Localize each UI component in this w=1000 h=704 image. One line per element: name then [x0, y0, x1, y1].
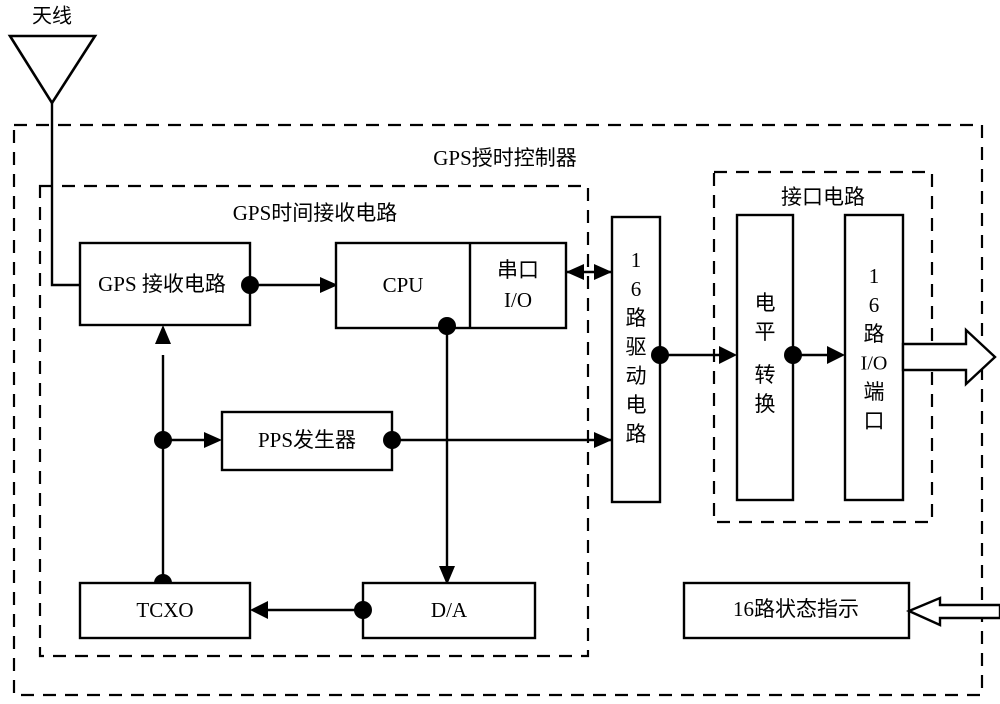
levelconv-char-3: 转: [755, 363, 776, 387]
block-label-da-converter: D/A: [431, 598, 468, 622]
ioport-char-3: 路: [864, 322, 885, 346]
ioport-char-6: 口: [864, 409, 885, 433]
arrowhead-to-pps: [204, 432, 222, 448]
ioport-char-2: 6: [869, 293, 880, 317]
arrowhead-to-ioport: [827, 346, 845, 364]
block-label-serial-io-line2: I/O: [504, 288, 532, 312]
levelconv-char-2: 平: [755, 320, 776, 344]
status-input-block-arrow-icon: [905, 596, 1000, 627]
group-label-gps-time-receiver-circuit: GPS时间接收电路: [233, 201, 398, 225]
driver16-char-2: 6: [631, 277, 642, 301]
block-cpu-serial-container: [334, 241, 568, 330]
arrowhead-to-gps-rx: [155, 325, 171, 344]
block-diagram-canvas: GPS授时控制器 GPS时间接收电路 接口电路 天线 GPS 接收电路 CPU …: [0, 0, 1000, 704]
arrowhead-serial-left: [566, 264, 584, 280]
group-label-interface-circuit: 接口电路: [781, 185, 865, 209]
arrowhead-driver-right: [594, 264, 612, 280]
ioport-char-1: 1: [869, 264, 880, 288]
block-label-tcxo: TCXO: [136, 598, 193, 622]
block-label-pps-generator: PPS发生器: [258, 428, 356, 452]
ioport-char-4: I/O: [861, 353, 888, 375]
group-label-gps-timing-controller: GPS授时控制器: [433, 146, 577, 170]
driver16-char-7: 路: [626, 422, 647, 446]
antenna-feed-wire: [50, 103, 80, 287]
driver16-char-6: 电: [626, 393, 647, 417]
block-label-cpu: CPU: [383, 273, 424, 297]
block-label-serial-io-line1: 串口: [497, 258, 539, 282]
arrowhead-pps-to-driver16: [594, 432, 612, 448]
levelconv-char-1: 电: [755, 291, 776, 315]
antenna-label: 天线: [32, 5, 72, 28]
driver16-char-4: 驱: [626, 335, 647, 359]
antenna-triangle-icon: [7, 34, 98, 106]
arrowhead-to-levelconv: [719, 346, 737, 364]
block-label-driver-circuit-16ch: 1: [631, 248, 642, 272]
block-label-gps-receiver-circuit: GPS 接收电路: [98, 272, 226, 296]
levelconv-char-4: 换: [755, 392, 776, 416]
block-label-status-indicator-16ch: 16路状态指示: [733, 597, 859, 621]
driver16-char-3: 路: [626, 306, 647, 330]
driver16-char-5: 动: [626, 364, 647, 388]
arrowhead-to-tcxo: [250, 601, 268, 619]
ioport-char-5: 端: [864, 380, 885, 404]
